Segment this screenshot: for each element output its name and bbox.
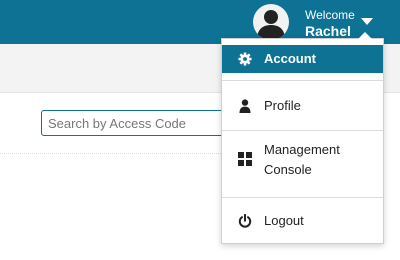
avatar — [253, 4, 289, 40]
gear-icon — [237, 51, 253, 67]
person-icon — [237, 98, 253, 114]
menu-divider — [222, 197, 383, 198]
menu-item-account[interactable]: Account — [222, 45, 383, 73]
menu-item-label: Management Console — [264, 142, 340, 177]
menu-item-logout[interactable]: Logout — [222, 203, 383, 239]
user-dropdown-menu: Account Profile Management Console Logou… — [221, 32, 384, 244]
access-code-search-input[interactable] — [41, 110, 231, 136]
menu-item-label: Account — [264, 51, 316, 66]
caret-down-icon[interactable] — [361, 18, 373, 25]
menu-item-label: Logout — [264, 213, 304, 228]
grid-icon — [237, 151, 253, 167]
user-silhouette-icon — [257, 10, 285, 40]
menu-item-label: Profile — [264, 98, 301, 113]
user-name: Rachel — [305, 23, 351, 39]
menu-item-profile[interactable]: Profile — [222, 87, 383, 125]
menu-divider — [222, 130, 383, 131]
dotted-divider — [0, 153, 225, 154]
dropdown-pointer — [358, 32, 372, 39]
menu-divider — [222, 80, 383, 81]
menu-item-management-console[interactable]: Management Console — [222, 132, 383, 188]
power-icon — [237, 213, 253, 229]
welcome-label: Welcome — [305, 8, 355, 22]
